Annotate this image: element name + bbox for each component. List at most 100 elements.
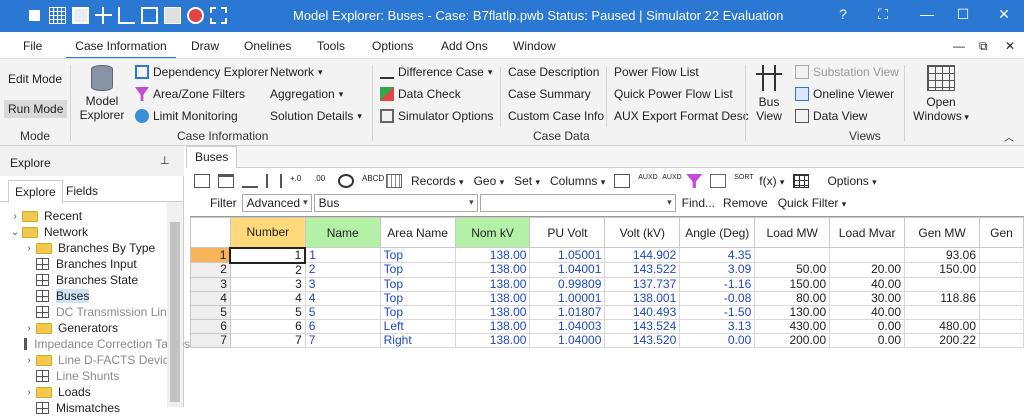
substation-view-button[interactable]: Substation View <box>795 65 899 79</box>
grid-options-icon[interactable] <box>386 174 402 188</box>
dependency-explorer-button[interactable]: Dependency Explorer <box>135 65 268 79</box>
filter-condition-select[interactable]: ▾ <box>479 194 676 212</box>
chart-icon[interactable] <box>118 7 135 24</box>
data-view-button[interactable]: Data View <box>795 109 867 123</box>
calculator-icon[interactable] <box>164 7 181 24</box>
cell-gen[interactable] <box>979 262 1024 278</box>
tree-item[interactable]: Impedance Correction Tables <box>22 336 190 352</box>
find-icon[interactable] <box>338 174 354 188</box>
cell-volt-kv[interactable]: 144.902 <box>604 247 681 263</box>
cell-nom-kv[interactable]: 138.00 <box>454 318 531 334</box>
custom-case-info-button[interactable]: Custom Case Info <box>508 109 604 123</box>
save-icon[interactable] <box>72 7 89 24</box>
column-header-gen-mw[interactable]: Gen MW <box>904 217 980 248</box>
columns-dropdown[interactable]: Columns ▾ <box>550 174 605 188</box>
decimal-increase-icon[interactable]: +.0 <box>290 174 306 188</box>
cell-volt-kv[interactable]: 138.001 <box>604 290 681 306</box>
tools-icon[interactable] <box>95 7 112 24</box>
cell-load-mvar[interactable]: 30.00 <box>829 290 906 306</box>
cell-nom-kv[interactable]: 138.00 <box>454 304 531 320</box>
filter-icon[interactable] <box>686 174 703 188</box>
data-check-button[interactable]: Data Check <box>380 87 461 101</box>
chevron-right-icon[interactable]: › <box>22 323 36 334</box>
network-dropdown[interactable]: Network ▾ <box>270 65 323 79</box>
cell-angle[interactable]: 4.35 <box>679 247 756 263</box>
case-description-button[interactable]: Case Description <box>508 65 599 79</box>
cell-volt-kv[interactable]: 143.522 <box>604 262 681 278</box>
aux-export-icon[interactable]: AUXD <box>638 174 657 188</box>
stop-icon[interactable] <box>187 7 204 24</box>
cell-load-mvar[interactable]: 0.00 <box>829 318 906 334</box>
cell-volt-kv[interactable]: 140.493 <box>604 304 681 320</box>
filter-object-select[interactable]: Bus ▾ <box>313 194 478 212</box>
remove-button[interactable]: Remove <box>723 196 768 210</box>
menu-window[interactable]: Window <box>513 39 556 53</box>
cell-gen-mw[interactable]: 200.22 <box>904 332 980 348</box>
column-header-gen[interactable]: Gen <box>979 217 1024 248</box>
table-row[interactable]: 5 5 5 Top 138.00 1.01807 140.493 -1.50 130.00 40.… <box>190 304 1024 320</box>
table-grid-icon[interactable] <box>793 174 810 188</box>
table-icon[interactable] <box>141 7 158 24</box>
minimize-button[interactable]: — <box>917 6 937 22</box>
tree-item[interactable]: › Branches By Type <box>22 240 190 256</box>
case-summary-button[interactable]: Case Summary <box>508 87 591 101</box>
cell-gen[interactable] <box>979 290 1024 306</box>
chart-icon[interactable] <box>614 174 631 188</box>
cell-area-name[interactable]: Top <box>379 290 456 306</box>
cell-name[interactable]: 4 <box>304 290 381 306</box>
difference-case-dropdown[interactable]: Difference Case ▾ <box>380 65 492 79</box>
quick-power-flow-list-button[interactable]: Quick Power Flow List <box>614 87 733 101</box>
tree-item[interactable]: › Recent <box>8 208 176 224</box>
maximize-button[interactable]: ☐ <box>953 6 973 23</box>
pin-icon[interactable]: ⊥ <box>160 154 170 167</box>
cell-gen[interactable] <box>979 332 1024 348</box>
column-header-load-mw[interactable]: Load MW <box>754 217 831 248</box>
table-row[interactable]: 7 7 7 Right 138.00 1.04000 143.520 0.00 200.00 0.… <box>190 332 1024 348</box>
row-number[interactable]: 1 <box>190 247 231 263</box>
cell-load-mw[interactable]: 80.00 <box>754 290 831 306</box>
cell-gen[interactable] <box>979 276 1024 292</box>
cell-number[interactable]: 6 <box>229 318 306 334</box>
geo-dropdown[interactable]: Geo ▾ <box>474 174 505 188</box>
cell-load-mw[interactable]: 430.00 <box>754 318 831 334</box>
cell-gen-mw[interactable]: 150.00 <box>904 262 980 278</box>
power-flow-list-button[interactable]: Power Flow List <box>614 65 699 79</box>
column-width-icon[interactable] <box>266 174 282 188</box>
column-header-name[interactable]: Name <box>304 217 381 248</box>
row-number[interactable]: 5 <box>190 304 231 320</box>
column-header-volt-kv[interactable]: Volt (kV) <box>604 217 681 248</box>
mdi-minimize-button[interactable]: — <box>953 39 965 53</box>
close-button[interactable]: ✕ <box>994 6 1014 23</box>
table-row[interactable]: 3 3 3 Top 138.00 0.99809 137.737 -1.16 150.00 40.… <box>190 276 1024 292</box>
options-dropdown[interactable]: Options ▾ <box>827 174 876 188</box>
window-icon[interactable] <box>218 174 234 188</box>
cell-volt-kv[interactable]: 143.524 <box>604 318 681 334</box>
filter-mode-select[interactable]: Advanced ▾ <box>241 194 312 212</box>
cell-pu-volt[interactable]: 1.00001 <box>529 290 606 306</box>
row-number[interactable]: 3 <box>190 276 231 292</box>
scrollbar-thumb[interactable] <box>170 222 180 402</box>
column-header-angle[interactable]: Angle (Deg) <box>679 217 756 248</box>
chevron-down-icon[interactable]: ⌄ <box>8 227 22 238</box>
cell-area-name[interactable]: Top <box>379 262 456 278</box>
cell-number[interactable]: 5 <box>229 304 306 320</box>
cell-load-mw[interactable]: 200.00 <box>754 332 831 348</box>
cell-area-name[interactable]: Top <box>379 247 456 263</box>
cell-load-mw[interactable]: 50.00 <box>754 262 831 278</box>
cell-name[interactable]: 5 <box>304 304 381 320</box>
row-number[interactable]: 4 <box>190 290 231 306</box>
cell-load-mvar[interactable] <box>829 247 906 263</box>
cell-nom-kv[interactable]: 138.00 <box>454 290 531 306</box>
sort-icon[interactable] <box>194 174 210 188</box>
cell-angle[interactable]: -0.08 <box>679 290 756 306</box>
table-row[interactable]: 4 4 4 Top 138.00 1.00001 138.001 -0.08 80.00 30.0… <box>190 290 1024 306</box>
table-row[interactable]: 6 6 6 Left 138.00 1.04003 143.524 3.13 430.00 0.0… <box>190 318 1024 334</box>
cell-pu-volt[interactable]: 1.01807 <box>529 304 606 320</box>
cell-volt-kv[interactable]: 137.737 <box>604 276 681 292</box>
tree-item[interactable]: Mismatches <box>22 400 190 416</box>
menu-onelines[interactable]: Onelines <box>244 39 291 53</box>
tree-item[interactable]: Branches State <box>22 272 190 288</box>
cell-pu-volt[interactable]: 0.99809 <box>529 276 606 292</box>
abcd-icon[interactable]: ABCD <box>362 174 384 188</box>
cell-name[interactable]: 2 <box>304 262 381 278</box>
